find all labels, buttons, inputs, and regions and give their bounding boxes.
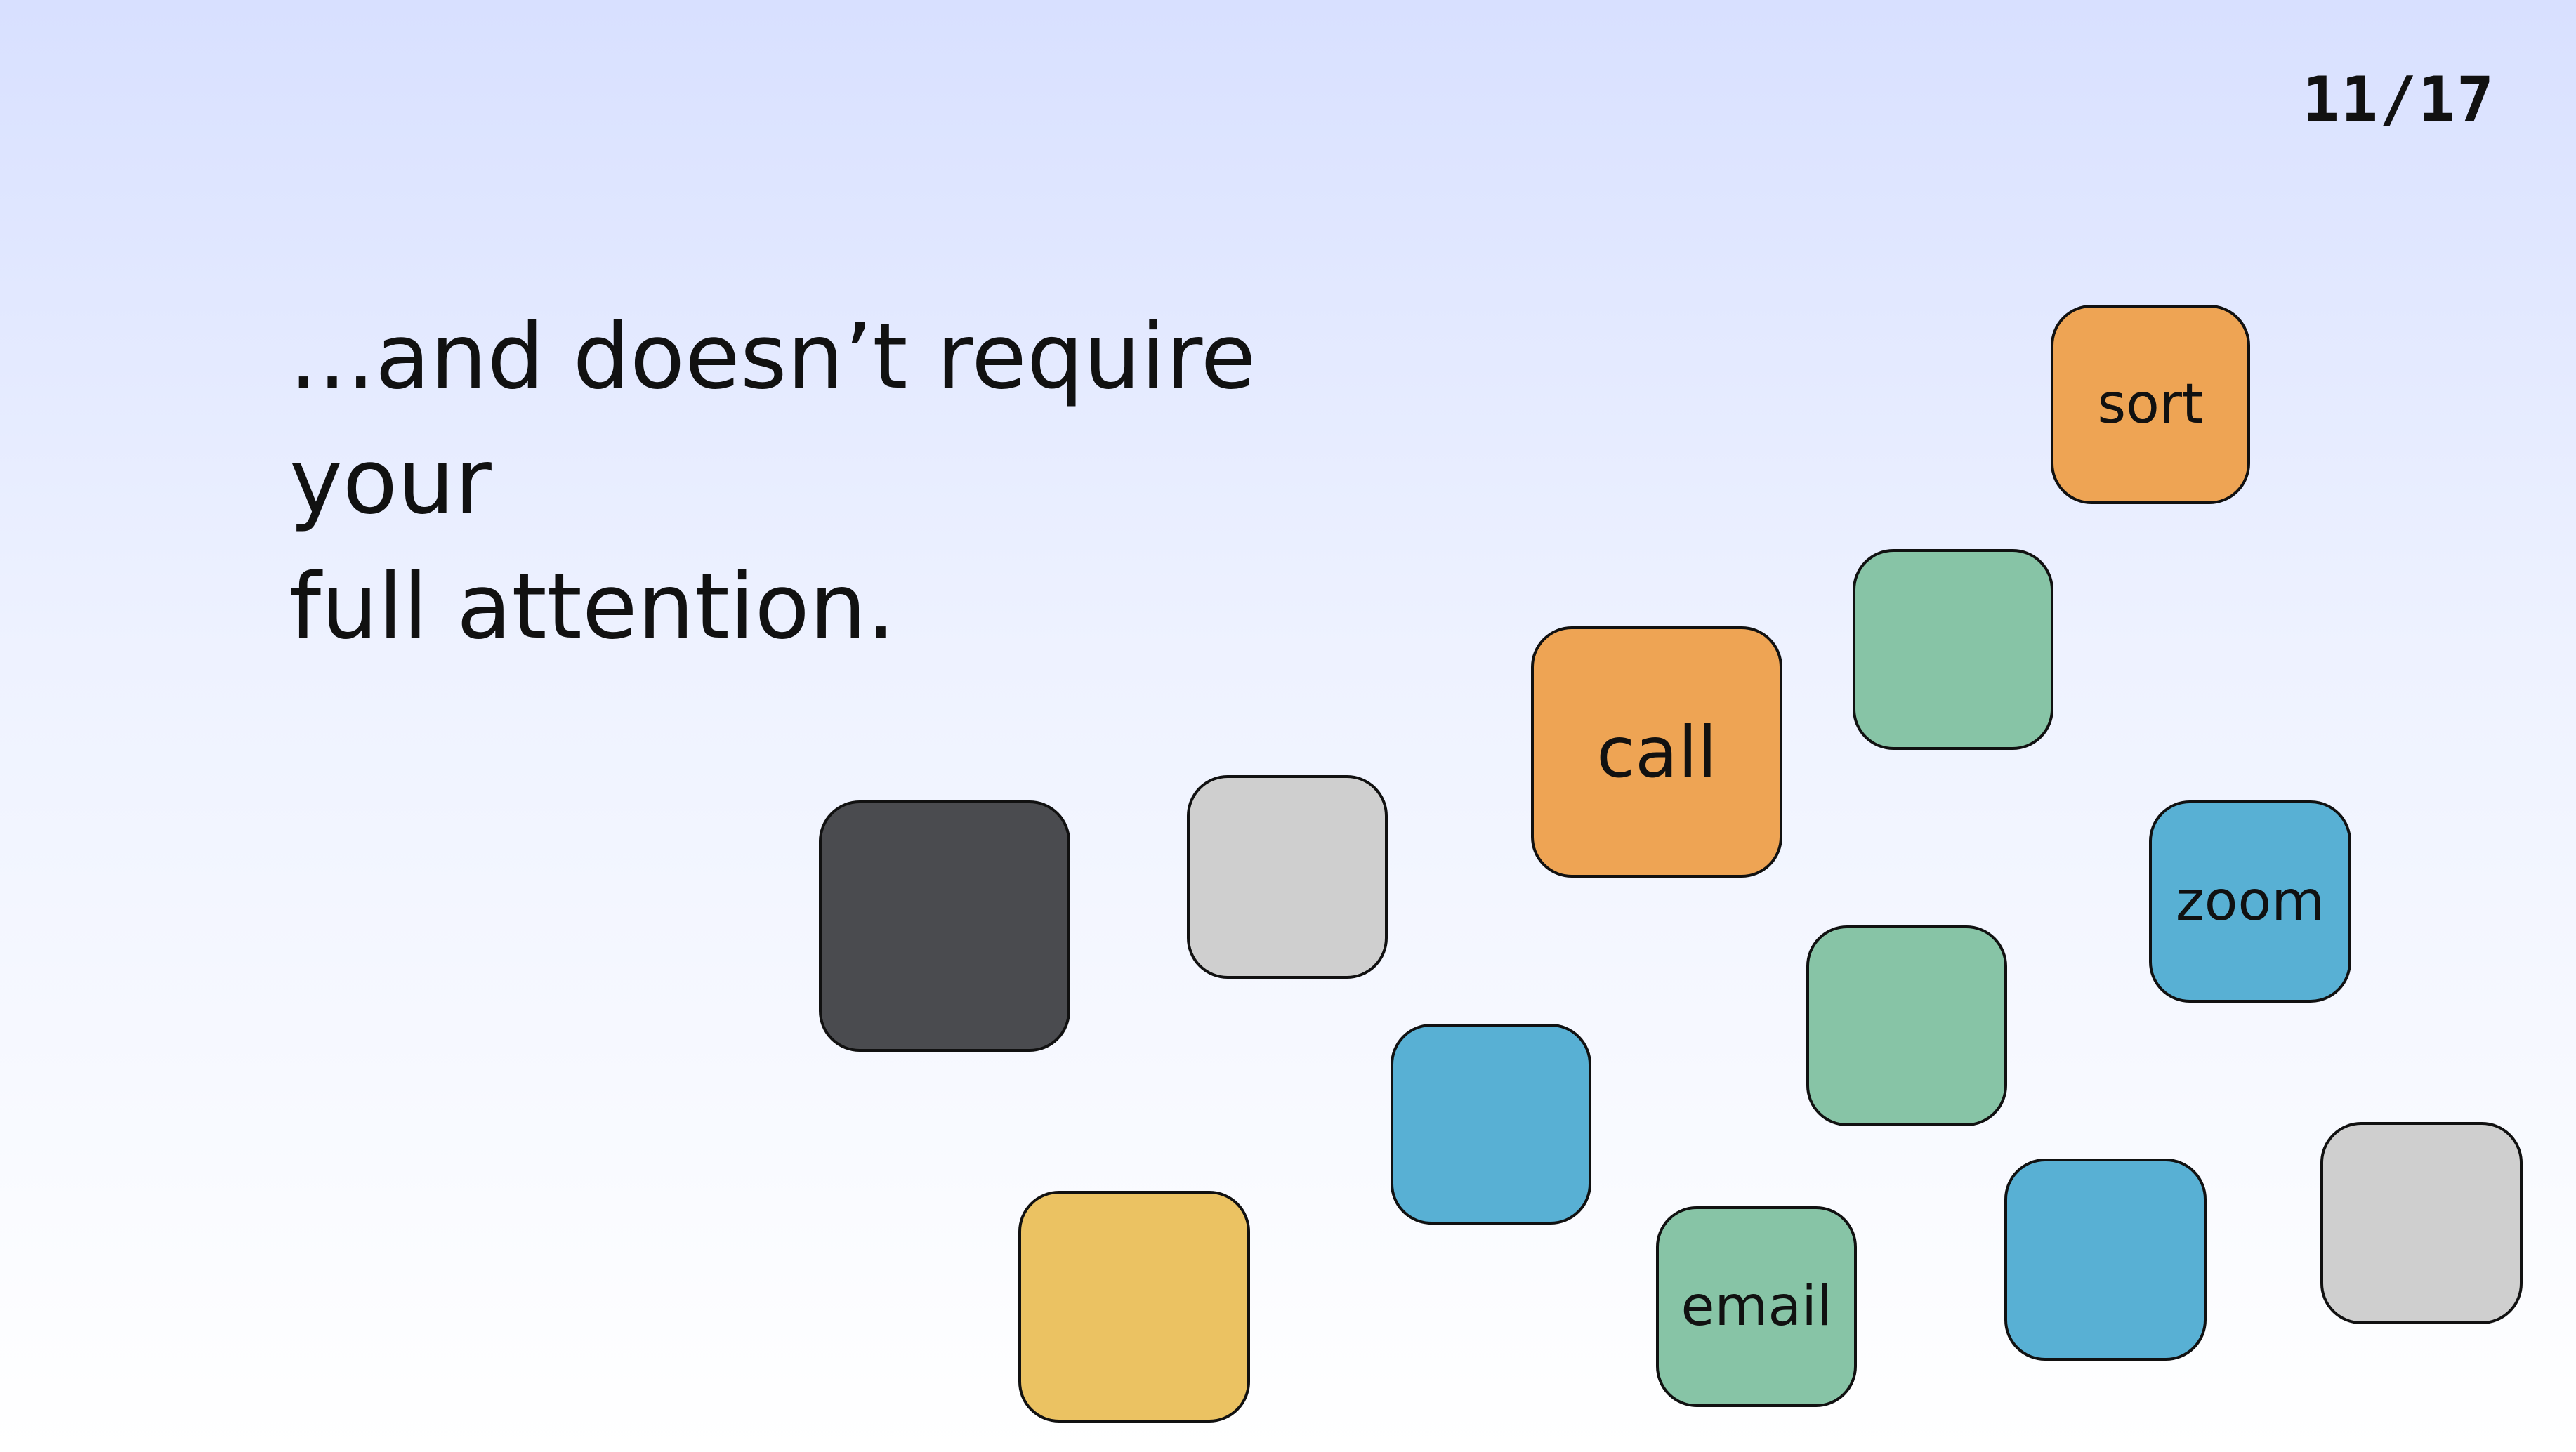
headline-line-1: ...and doesn’t require your (289, 305, 1256, 534)
headline-line-2: full attention. (289, 555, 895, 659)
zoom-app-label: zoom (2175, 870, 2325, 933)
sort-app-label: sort (2097, 373, 2204, 436)
yellow-app-tile[interactable] (1018, 1191, 1250, 1423)
call-app-tile[interactable]: call (1531, 626, 1782, 878)
green-app-tile-top[interactable] (1853, 549, 2053, 750)
blue-app-tile-middle[interactable] (1391, 1024, 1591, 1225)
gray-app-tile[interactable] (1187, 775, 1388, 979)
email-app-tile[interactable]: email (1656, 1206, 1857, 1407)
zoom-app-tile[interactable]: zoom (2149, 800, 2351, 1003)
headline: ...and doesn’t require your full attenti… (289, 295, 1483, 670)
email-app-label: email (1681, 1275, 1832, 1338)
sort-app-tile[interactable]: sort (2051, 305, 2250, 504)
dark-app-tile[interactable] (819, 800, 1070, 1052)
call-app-label: call (1596, 711, 1717, 793)
blue-app-tile-bottom[interactable] (2004, 1159, 2207, 1361)
slide: 11/17 ...and doesn’t require your full a… (0, 0, 2576, 1452)
page-counter: 11/17 (2302, 63, 2495, 136)
gray-app-tile-right[interactable] (2320, 1122, 2523, 1324)
green-app-tile-middle[interactable] (1806, 925, 2007, 1126)
